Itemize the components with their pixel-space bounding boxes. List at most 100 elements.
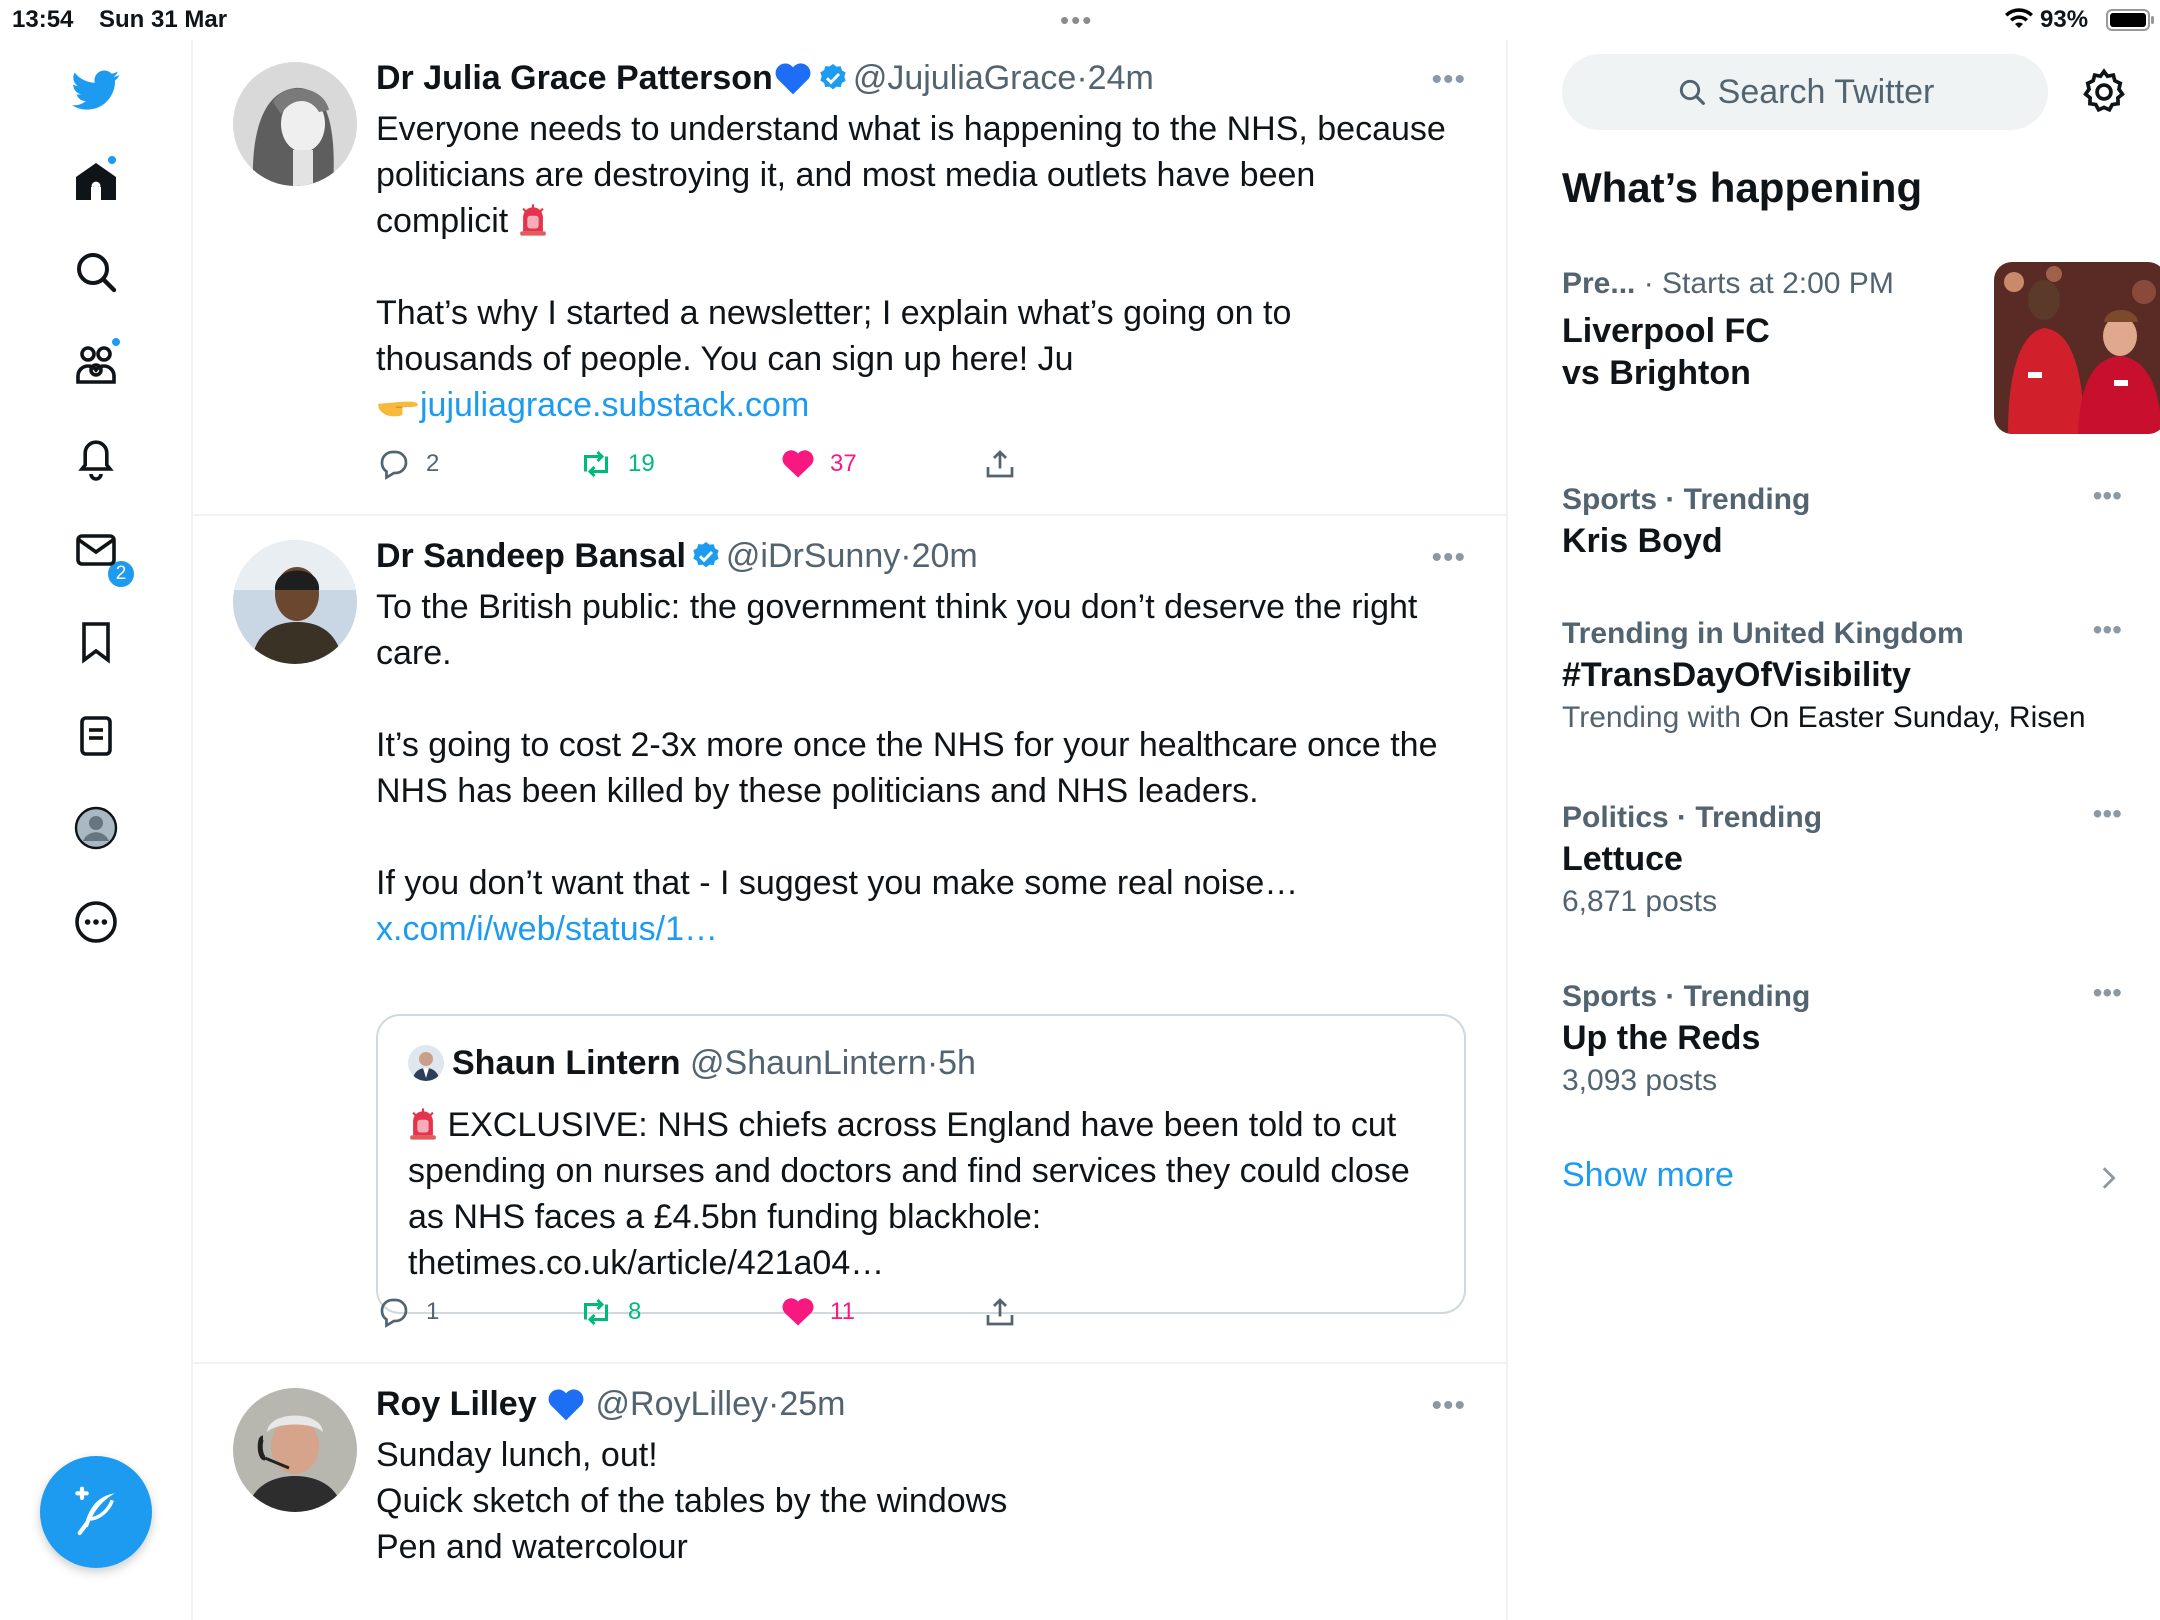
twitter-logo-icon[interactable] [64, 58, 128, 122]
reply-icon [380, 450, 408, 480]
more-options-icon[interactable] [64, 890, 128, 954]
tweet-author-avatar[interactable] [233, 1388, 357, 1512]
chevron-right-icon[interactable] [2096, 1164, 2120, 1192]
trend-more-options-icon[interactable]: ••• [2093, 616, 2122, 644]
tweet-time[interactable]: 25m [779, 1385, 845, 1423]
author-handle[interactable]: @iDrSunny [726, 537, 900, 575]
retweet-button[interactable]: 8 [578, 1292, 641, 1332]
notifications-bell-icon[interactable] [64, 425, 128, 489]
trend-meta: Sports · Trending [1562, 980, 1811, 1013]
communities-icon[interactable] [64, 332, 128, 396]
tweet-text: Everyone needs to understand what is hap… [376, 106, 1456, 428]
like-button[interactable]: 11 [780, 1292, 855, 1332]
tweet-header: Dr Julia Grace Patterson @JujuliaGrace·24… [376, 58, 1154, 98]
tweet-author-avatar[interactable] [233, 540, 357, 664]
heart-filled-icon [782, 1298, 814, 1326]
battery-icon [2106, 9, 2154, 31]
newsletter-link[interactable]: jujuliagrace.substack.com [420, 386, 809, 424]
status-date: Sun 31 Mar [99, 6, 228, 33]
quoted-tweet-card[interactable]: Shaun Lintern @ShaunLintern·5h EXCLUSIVE… [376, 1014, 1466, 1314]
tweet-time[interactable]: 24m [1088, 59, 1154, 97]
quoted-tweet-header: Shaun Lintern @ShaunLintern·5h [408, 1044, 976, 1083]
like-count: 37 [830, 450, 857, 477]
share-button[interactable] [982, 444, 1032, 484]
siren-emoji-icon [410, 1108, 436, 1140]
event-trend-item[interactable]: Pre... · Starts at 2:00 PM Liverpool FC … [1562, 262, 2160, 454]
trend-post-count: 6,871 posts [1562, 885, 1718, 918]
home-unread-dot [106, 154, 118, 166]
trend-more-options-icon[interactable]: ••• [2093, 800, 2122, 828]
trend-more-options-icon[interactable]: ••• [2093, 482, 2122, 510]
reply-button[interactable]: 2 [376, 444, 439, 484]
tweet[interactable]: Roy Lilley @RoyLilley·25m ••• Sunday lun… [193, 1366, 1506, 1620]
explore-search-icon[interactable] [64, 240, 128, 304]
settings-gear-icon[interactable] [2078, 66, 2130, 118]
author-name[interactable]: Roy Lilley [376, 1385, 537, 1423]
tweet-text: To the British public: the government th… [376, 584, 1456, 952]
like-button[interactable]: 37 [780, 444, 857, 484]
heart-filled-icon [782, 450, 814, 478]
communities-unread-dot [110, 336, 122, 348]
quoted-tweet-time: 5h [938, 1044, 976, 1082]
separator: · [1076, 59, 1088, 97]
share-icon [986, 1298, 1014, 1326]
quoted-tweet-text: EXCLUSIVE: NHS chiefs across England hav… [408, 1102, 1438, 1286]
tweet-more-options-icon[interactable]: ••• [1431, 65, 1466, 95]
pointing-hand-emoji-icon [378, 401, 418, 417]
tweet-more-options-icon[interactable]: ••• [1431, 543, 1466, 573]
tweet-status-link[interactable]: x.com/i/web/status/1… [376, 910, 718, 948]
home-icon[interactable] [64, 150, 128, 214]
tweet[interactable]: Dr Sandeep Bansal @iDrSunny · 20m ••• To th… [193, 518, 1506, 1364]
retweet-icon [584, 1298, 608, 1326]
trend-item[interactable]: Politics · Trending Lettuce 6,871 posts … [1562, 798, 2122, 924]
trend-context-value: On Easter Sunday, Risen [1749, 701, 2086, 734]
quoted-tweet-body: EXCLUSIVE: NHS chiefs across England hav… [408, 1106, 1410, 1282]
lists-icon[interactable] [64, 704, 128, 768]
retweet-count: 8 [628, 1298, 642, 1325]
search-input[interactable]: Search Twitter [1562, 54, 2048, 130]
trend-item[interactable]: Trending in United Kingdom #TransDayOfVi… [1562, 614, 2122, 740]
trend-post-count: 3,093 posts [1562, 1064, 1718, 1097]
profile-avatar-icon[interactable] [64, 796, 128, 860]
trend-meta: Sports · Trending [1562, 483, 1811, 516]
author-handle[interactable]: @JujuliaGrace [853, 59, 1077, 97]
messages-envelope-icon[interactable] [64, 518, 128, 582]
retweet-button[interactable]: 19 [578, 444, 655, 484]
author-name[interactable]: Dr Julia Grace Patterson [376, 59, 773, 97]
bookmark-icon[interactable] [64, 610, 128, 674]
retweet-icon [584, 450, 608, 478]
show-more-link[interactable]: Show more [1562, 1156, 1734, 1195]
right-sidebar: Search Twitter What’s happening Pre... ·… [1510, 40, 2160, 1620]
tweet[interactable]: Dr Julia Grace Patterson @JujuliaGrace·24… [193, 40, 1506, 516]
tweet-text-paragraph: That’s why I started a newsletter; I exp… [376, 294, 1292, 378]
whats-happening-heading: What’s happening [1562, 164, 1923, 211]
compose-feather-icon [75, 1486, 115, 1536]
verified-badge-icon [820, 64, 846, 90]
reply-button[interactable]: 1 [376, 1292, 439, 1332]
quoted-author-name: Shaun Lintern [452, 1044, 681, 1082]
separator: · [926, 1044, 939, 1082]
trend-more-options-icon[interactable]: ••• [2093, 979, 2122, 1007]
blue-heart-icon [548, 1389, 584, 1421]
quoted-author-handle: @ShaunLintern [690, 1044, 927, 1082]
status-bar: 13:54 Sun 31 Mar ••• 93% [0, 0, 2160, 40]
trend-title: Up the Reds [1562, 1019, 1761, 1057]
tweet-author-avatar[interactable] [233, 62, 357, 186]
tweet-time[interactable]: 20m [912, 537, 978, 575]
tweet-more-options-icon[interactable]: ••• [1431, 1391, 1466, 1421]
trend-meta: Politics · Trending [1562, 801, 1823, 834]
author-name[interactable]: Dr Sandeep Bansal [376, 537, 686, 575]
event-category: Pre... [1562, 267, 1636, 300]
search-placeholder: Search Twitter [1717, 72, 1935, 111]
tweet-text-paragraph: To the British public: the government th… [376, 588, 1418, 672]
share-button[interactable] [982, 1292, 1032, 1332]
author-handle[interactable]: @RoyLilley [596, 1385, 768, 1423]
compose-tweet-button[interactable] [40, 1456, 152, 1568]
tweet-text: Sunday lunch, out! Quick sketch of the t… [376, 1432, 1456, 1570]
battery-percent: 93% [2040, 6, 2089, 33]
like-count: 11 [830, 1298, 855, 1325]
trend-item[interactable]: Sports · Trending Kris Boyd ••• [1562, 480, 2122, 562]
event-image [1994, 262, 2160, 434]
multitasking-dots-icon[interactable]: ••• [1060, 7, 1093, 33]
trend-item[interactable]: Sports · Trending Up the Reds 3,093 post… [1562, 977, 2122, 1103]
